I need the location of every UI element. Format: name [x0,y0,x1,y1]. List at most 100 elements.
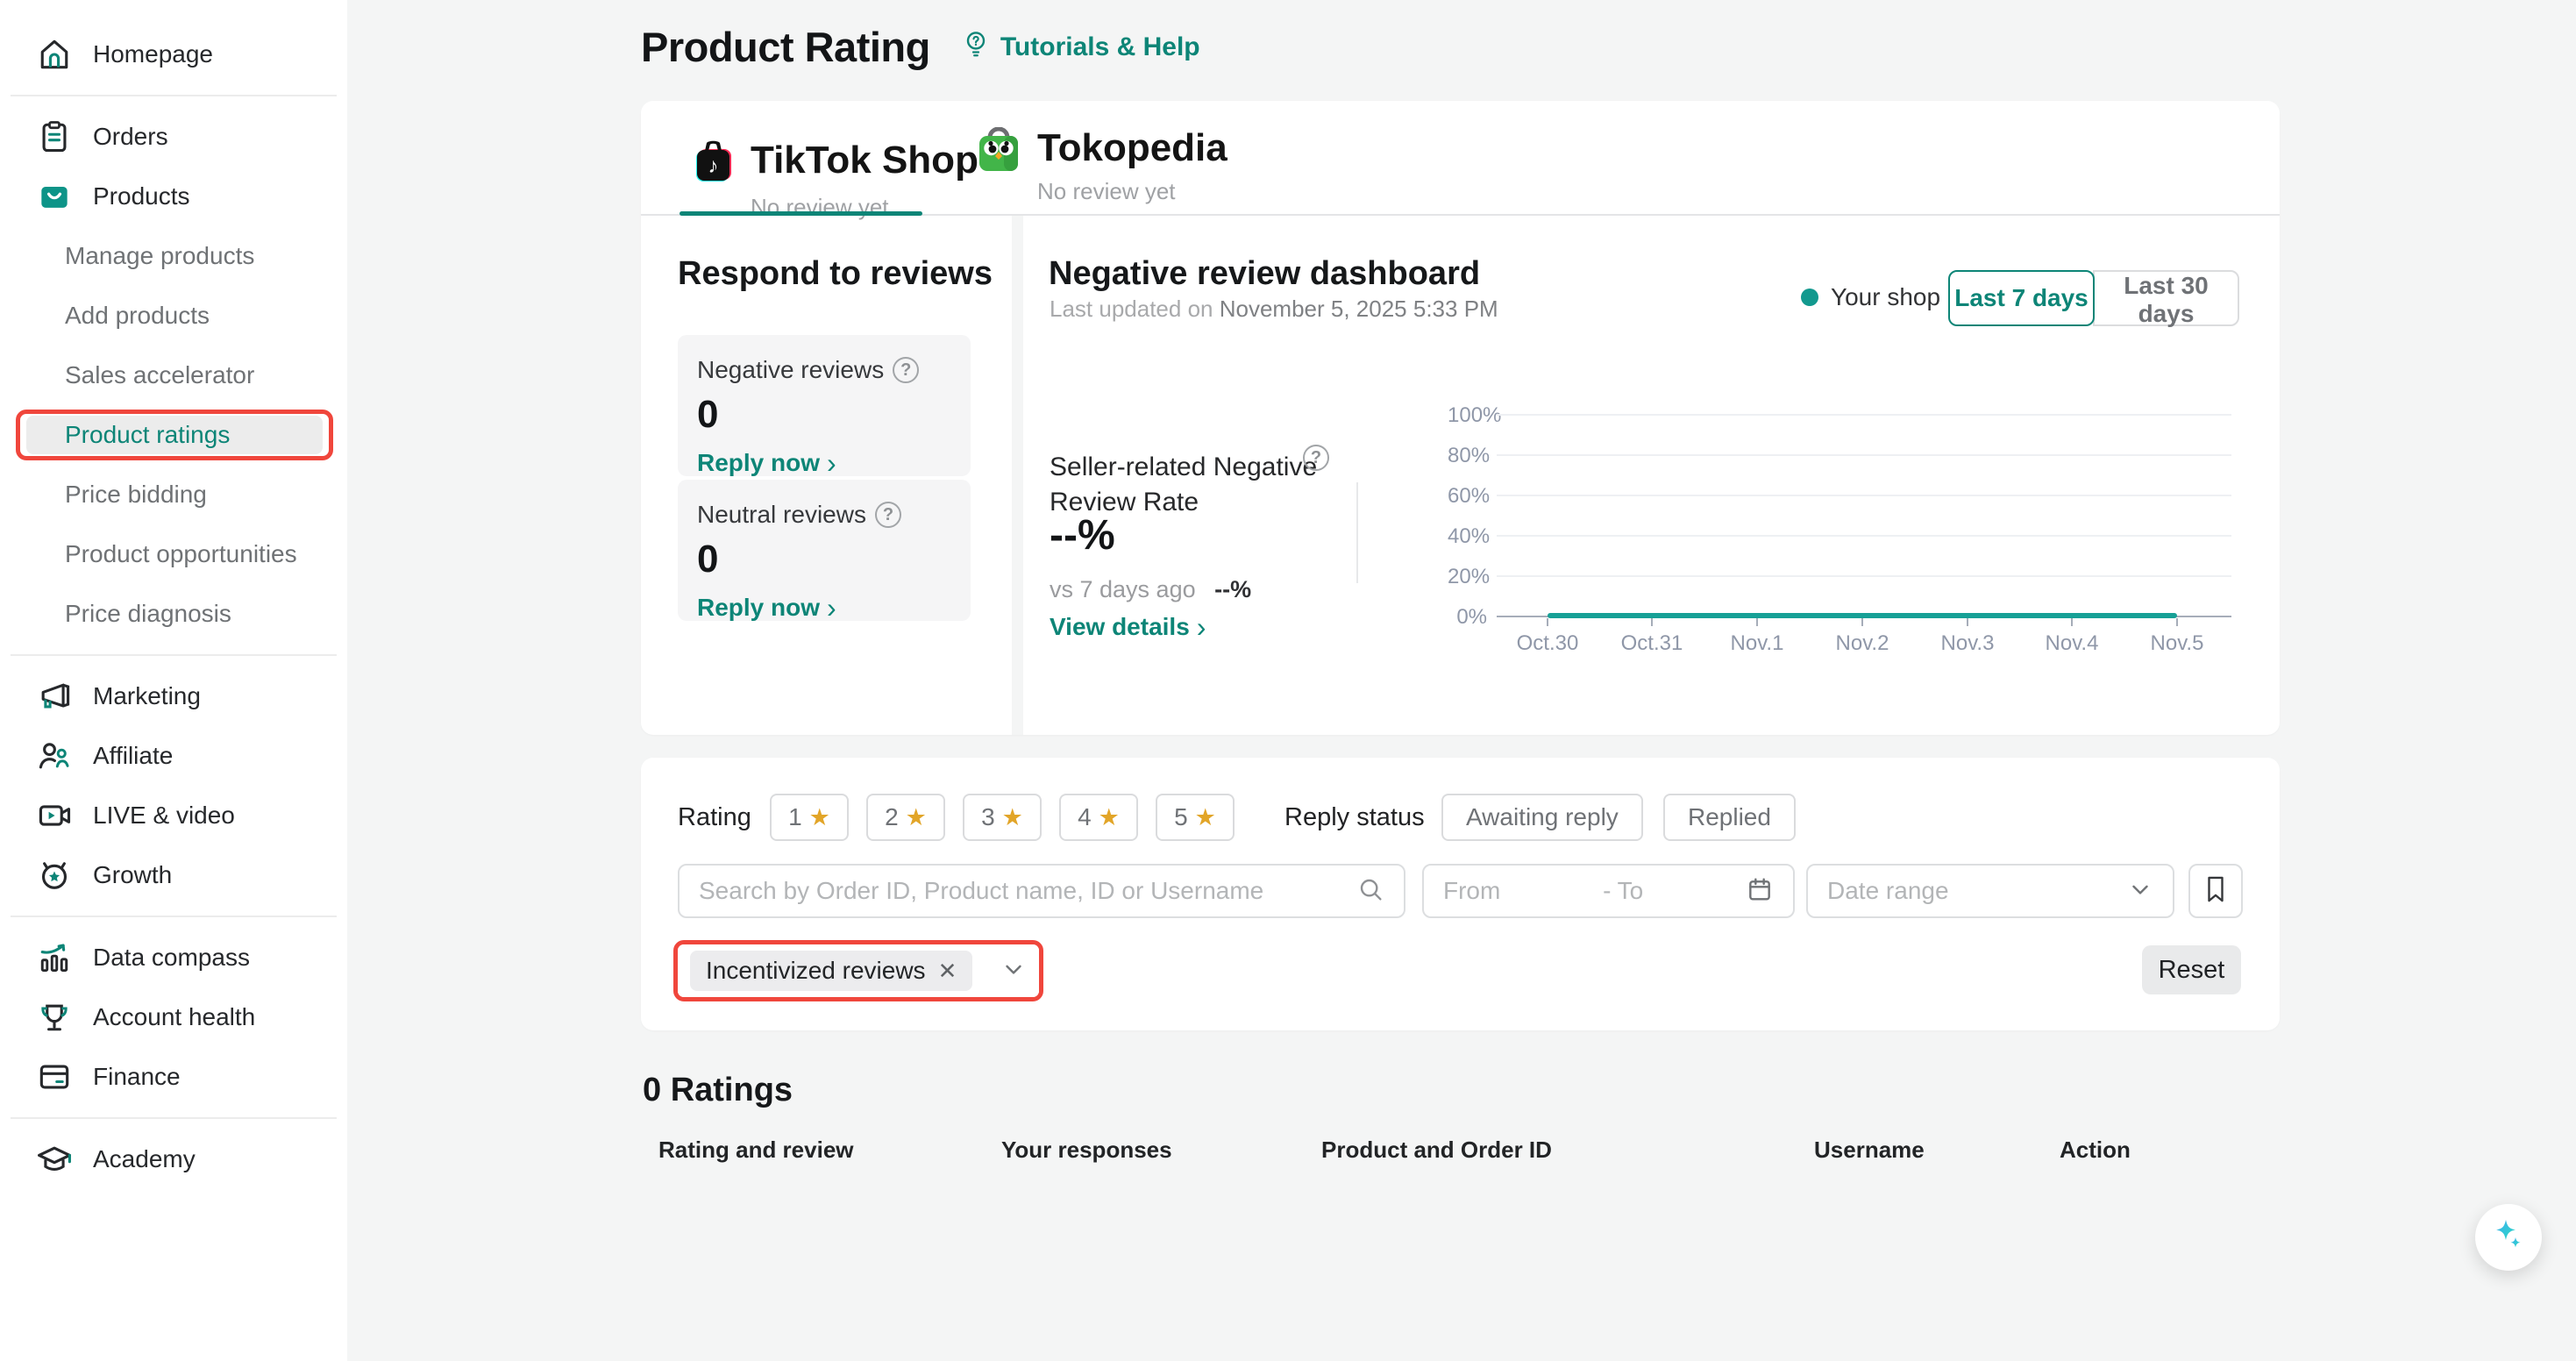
replied-button[interactable]: Replied [1663,794,1796,841]
negative-reviews-card: Negative reviews ? 0 Reply now › [678,335,971,476]
sidebar-item-orders[interactable]: Orders [0,107,347,167]
panel-gap-divider [1012,216,1023,735]
tutorials-help-link[interactable]: Tutorials & Help [960,28,1200,67]
star-icon: ★ [1195,804,1216,831]
last-updated-text: Last updated on November 5, 2025 5:33 PM [1050,296,1498,323]
rating-2-star-button[interactable]: 2 ★ [866,794,945,841]
sidebar-item-add-products[interactable]: Add products [0,286,347,346]
sidebar-item-product-ratings[interactable]: Product ratings [0,405,347,465]
stat-value: --% [1050,511,1115,559]
view-details-link[interactable]: View details › [1050,613,1206,641]
reply-now-label: Reply now [697,594,820,622]
last-7-days-button[interactable]: Last 7 days [1948,270,2095,326]
column-header: Your responses [1001,1137,1172,1164]
sidebar-item-price-bidding[interactable]: Price bidding [0,465,347,524]
sidebar-item-label: Price diagnosis [65,600,231,628]
review-type-multiselect[interactable]: Incentivized reviews ✕ [678,944,1039,997]
axis-tick-mark [2071,618,2073,626]
stat-compare-value: --% [1214,576,1251,602]
question-circle-icon[interactable]: ? [875,502,901,528]
star-icon: ★ [809,804,830,831]
last-updated-value: November 5, 2025 5:33 PM [1220,296,1498,322]
reply-now-link[interactable]: Reply now › [697,594,836,622]
date-to-placeholder: - To [1603,877,1643,905]
sidebar-item-label: Add products [65,302,210,330]
awaiting-reply-button[interactable]: Awaiting reply [1441,794,1643,841]
graduation-cap-icon [35,1140,74,1179]
home-icon [35,35,74,74]
legend-dot-icon [1801,289,1818,306]
sidebar-item-price-diagnosis[interactable]: Price diagnosis [0,584,347,644]
sidebar-item-sales-accelerator[interactable]: Sales accelerator [0,346,347,405]
axis-tick-mark [1967,618,1968,626]
page-header: Product Rating Tutorials & Help [641,23,1200,71]
reset-button[interactable]: Reset [2142,945,2241,994]
sidebar-item-label: Orders [93,123,168,151]
last-30-days-button[interactable]: Last 30 days [2093,270,2239,326]
question-circle-icon[interactable]: ? [1303,445,1329,471]
sidebar-item-label: Finance [93,1063,181,1091]
x-axis-label: Nov.4 [2019,631,2124,656]
x-axis-label: Nov.1 [1704,631,1810,656]
rating-5-star-button[interactable]: 5 ★ [1156,794,1235,841]
sidebar-item-label: Academy [93,1145,196,1173]
gridline [1497,495,2231,496]
sidebar-item-live-video[interactable]: LIVE & video [0,786,347,845]
sidebar-divider [11,95,337,96]
sidebar-item-growth[interactable]: Growth [0,845,347,905]
sidebar-item-label: Marketing [93,682,201,710]
sidebar-item-manage-products[interactable]: Manage products [0,226,347,286]
sidebar-item-homepage[interactable]: Homepage [0,25,347,84]
sidebar-item-marketing[interactable]: Marketing [0,666,347,726]
search-icon[interactable] [1356,875,1384,908]
star-icon: ★ [906,804,927,831]
y-axis-tick: 20% [1448,565,1487,589]
tab-tokopedia[interactable]: Tokopedia No review yet [978,125,1228,205]
chevron-right-icon: › [1197,615,1206,639]
column-header: Product and Order ID [1321,1137,1552,1164]
sidebar-item-label: Product ratings [65,421,230,449]
rating-1-star-button[interactable]: 1 ★ [770,794,849,841]
tab-title: Tokopedia [1037,125,1228,171]
stat-compare: vs 7 days ago --% [1050,576,1251,603]
sidebar-item-account-health[interactable]: Account health [0,987,347,1047]
reply-now-link[interactable]: Reply now › [697,449,836,477]
rating-4-star-button[interactable]: 4 ★ [1059,794,1138,841]
sidebar-item-affiliate[interactable]: Affiliate [0,726,347,786]
sidebar-item-products[interactable]: Products [0,167,347,226]
date-from-to-picker[interactable]: From - To [1422,864,1795,918]
affiliate-users-icon [35,737,74,775]
review-count: 0 [697,538,951,581]
sidebar-item-data-compass[interactable]: Data compass [0,928,347,987]
video-camera-icon [35,796,74,835]
column-header: Rating and review [658,1137,854,1164]
tab-tiktok-shop[interactable]: ♪ TikTok Shop No review yet [693,138,978,221]
sidebar-item-academy[interactable]: Academy [0,1129,347,1189]
active-tab-underline [680,211,922,216]
date-range-dropdown[interactable]: Date range [1806,864,2174,918]
growth-medal-icon [35,856,74,894]
sidebar-item-label: Affiliate [93,742,173,770]
axis-tick-mark [1756,618,1758,626]
sidebar-item-product-opportunities[interactable]: Product opportunities [0,524,347,584]
remove-chip-icon[interactable]: ✕ [938,958,957,985]
ratings-table-header: Rating and review Your responses Product… [641,1137,2280,1182]
rating-value: 5 [1174,803,1188,831]
review-count: 0 [697,393,951,437]
y-axis-tick: 60% [1448,484,1487,509]
rating-3-star-button[interactable]: 3 ★ [963,794,1042,841]
saved-filters-button[interactable] [2188,864,2243,918]
sidebar-item-label: Price bidding [65,481,207,509]
chart-legend: Your shop [1801,283,1940,311]
respond-section-title: Respond to reviews [678,255,993,293]
reply-now-label: Reply now [697,449,820,477]
sidebar: Homepage Orders Products Manage products… [0,0,347,1361]
sidebar-divider [11,654,337,656]
credit-card-icon [35,1058,74,1096]
question-circle-icon[interactable]: ? [893,357,919,383]
ai-assistant-button[interactable] [2475,1204,2542,1271]
sidebar-item-label: Product opportunities [65,540,297,568]
search-input[interactable] [699,877,1356,905]
calendar-icon [1746,875,1774,908]
sidebar-item-finance[interactable]: Finance [0,1047,347,1107]
